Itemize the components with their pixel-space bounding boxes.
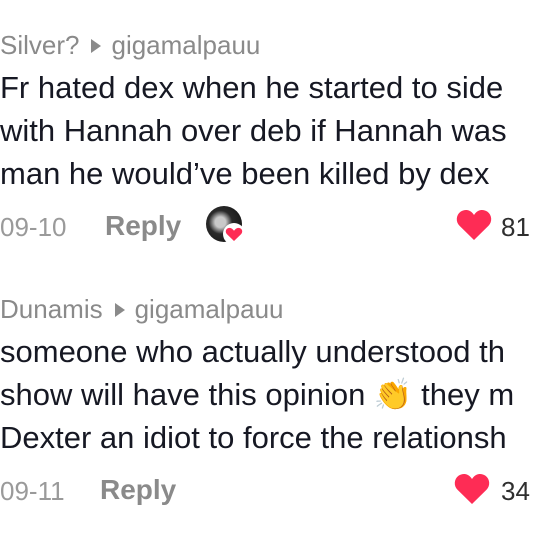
comment-footer: 09-10 Reply 81 [0, 204, 560, 248]
reply-button[interactable]: Reply [105, 210, 181, 242]
comment-line: show will have this opinion 👏 they m [0, 377, 515, 412]
comment-header: Silver? gigamalpauu [0, 30, 260, 61]
like-heart-icon[interactable] [455, 206, 493, 242]
comment-line: someone who actually understood th [0, 334, 505, 369]
comment-line: Fr hated dex when he started to side [0, 70, 504, 105]
comment-line: with Hannah over deb if Hannah was [0, 113, 507, 148]
reply-button[interactable]: Reply [100, 474, 176, 506]
reply-arrow-icon [91, 38, 102, 53]
comment-footer: 09-11 Reply 34 [0, 468, 560, 512]
comment-header: Dunamis gigamalpauu [0, 294, 283, 325]
comment-text: Fr hated dex when he started to side wit… [0, 66, 507, 195]
like-count: 81 [501, 212, 530, 242]
comment-author[interactable]: Silver? [0, 30, 79, 61]
reply-arrow-icon [114, 302, 125, 317]
reply-to-user[interactable]: gigamalpauu [135, 294, 284, 325]
comment-text: someone who actually understood th show … [0, 330, 514, 459]
comment-date: 09-10 [0, 212, 67, 242]
like-count: 34 [501, 476, 530, 506]
comment-date: 09-11 [0, 476, 65, 506]
heart-icon [223, 223, 245, 245]
comment-author[interactable]: Dunamis [0, 294, 103, 325]
reply-to-user[interactable]: gigamalpauu [111, 30, 260, 61]
comment-line: man he would’ve been killed by dex [0, 156, 490, 191]
like-heart-icon[interactable] [453, 470, 491, 506]
comment-line: Dexter an idiot to force the relationsh [0, 420, 507, 455]
